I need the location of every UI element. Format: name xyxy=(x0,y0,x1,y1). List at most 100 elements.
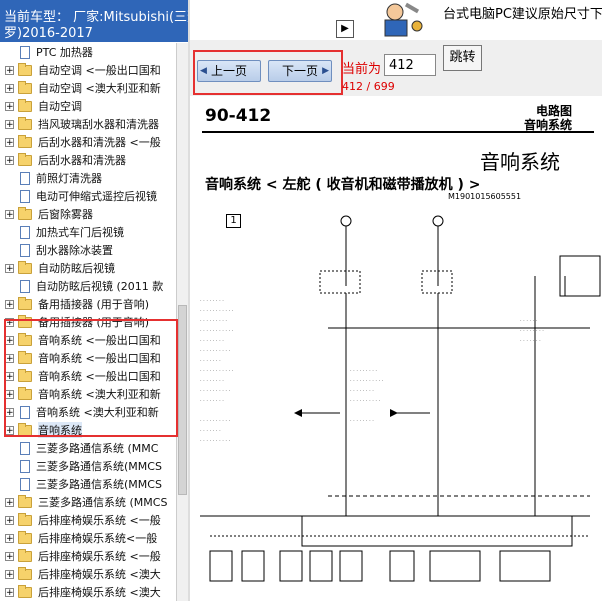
expand-icon[interactable]: + xyxy=(5,515,14,525)
tree-item[interactable]: + 后刮水器和清洗器 <一般 xyxy=(0,133,176,151)
page-number-input[interactable] xyxy=(384,54,436,76)
tree-item[interactable]: PTC 加热器 xyxy=(0,43,176,61)
section-tree: PTC 加热器 + 自动空调 <一般出口国和 + 自动空调 <澳大利亚和新 + 自动空调 + 挡… xyxy=(0,43,176,601)
expand-icon[interactable]: + xyxy=(5,389,14,399)
document-icon xyxy=(20,225,30,239)
tree-item[interactable]: + 后排座椅娱乐系统 <澳大 xyxy=(0,583,176,601)
svg-text:· · · · · · · ·: · · · · · · · · xyxy=(200,398,224,404)
tree-item-label: 后排座椅娱乐系统<一般 xyxy=(38,532,158,545)
folder-icon xyxy=(18,152,32,166)
expand-icon[interactable]: + xyxy=(5,371,14,381)
svg-text:· · · · · · · ·: · · · · · · · · xyxy=(520,328,544,334)
svg-text:· · · · · · · ·: · · · · · · · · xyxy=(350,418,374,424)
expand-icon[interactable]: + xyxy=(5,407,14,417)
expand-icon[interactable]: + xyxy=(5,101,14,111)
diagram-note-left: · · · · · · · · xyxy=(200,298,224,304)
tree-item-label: 前照灯清洗器 xyxy=(36,172,102,185)
tree-item[interactable]: + 后窗除雾器 xyxy=(0,205,176,223)
tree-item-label: 挡风玻璃刮水器和清洗器 xyxy=(38,118,159,131)
tree-item-label: 音响系统 <一般出口国和 xyxy=(38,334,161,347)
tree-item[interactable]: 加热式车门后视镜 xyxy=(0,223,176,241)
next-page-label: 下一页 xyxy=(281,64,318,78)
tree-item-label: 自动空调 <一般出口国和 xyxy=(38,64,161,77)
tree-item[interactable]: + 挡风玻璃刮水器和清洗器 xyxy=(0,115,176,133)
tree-item[interactable]: + 备用插接器 (用于音响) xyxy=(0,313,176,331)
tree-item[interactable]: 三菱多路通信系统 (MMC xyxy=(0,439,176,457)
expand-icon[interactable]: + xyxy=(5,65,14,75)
tree-item[interactable]: 电动可伸缩式遥控后视镜 xyxy=(0,187,176,205)
tree-item[interactable]: 刮水器除冰装置 xyxy=(0,241,176,259)
document-icon xyxy=(20,405,30,419)
tree-item[interactable]: + 音响系统 <一般出口国和 xyxy=(0,331,176,349)
tree-item-label: 自动空调 <澳大利亚和新 xyxy=(38,82,161,95)
expand-icon[interactable]: + xyxy=(5,119,14,129)
tree-item-label: 刮水器除冰装置 xyxy=(36,244,113,257)
tree-item-label: 后排座椅娱乐系统 <澳大 xyxy=(38,586,161,599)
svg-text:· · · · · · · · · ·: · · · · · · · · · · xyxy=(200,348,231,354)
expand-icon[interactable]: + xyxy=(5,317,14,327)
expand-icon[interactable]: + xyxy=(5,425,14,435)
expand-icon[interactable]: + xyxy=(5,569,14,579)
svg-text:· · · · · · · · · · ·: · · · · · · · · · · · xyxy=(200,368,234,374)
tree-item[interactable]: 自动防眩后视镜 (2011 款 xyxy=(0,277,176,295)
expand-icon[interactable]: + xyxy=(5,155,14,165)
tree-item-label: 备用插接器 (用于音响) xyxy=(38,298,150,311)
tree-item[interactable]: + 三菱多路通信系统 (MMCS xyxy=(0,493,176,511)
expand-icon[interactable]: + xyxy=(5,497,14,507)
folder-icon xyxy=(18,548,32,562)
prev-page-button[interactable]: ◀ 上一页 xyxy=(197,60,261,82)
tree-item[interactable]: + 音响系统 xyxy=(0,421,176,439)
prev-arrow-icon: ◀ xyxy=(200,66,207,76)
document-icon xyxy=(20,171,30,185)
expand-icon[interactable]: + xyxy=(5,263,14,273)
svg-text:· · · · · · · · · ·: · · · · · · · · · · xyxy=(200,388,231,394)
tree-item[interactable]: + 备用插接器 (用于音响) xyxy=(0,295,176,313)
tree-item-label: 音响系统 <澳大利亚和新 xyxy=(36,406,159,419)
expand-icon[interactable]: + xyxy=(5,587,14,597)
toggle-panel-button[interactable]: ▶ xyxy=(336,20,354,38)
svg-text:· · · · · · · · · · ·: · · · · · · · · · · · xyxy=(350,378,384,384)
folder-icon xyxy=(18,350,32,364)
expand-icon[interactable]: + xyxy=(5,533,14,543)
expand-icon[interactable]: + xyxy=(5,137,14,147)
prev-page-label: 上一页 xyxy=(210,64,247,78)
wiring-schematic: · · · · · · · · · · · · · · · · · · · · … xyxy=(200,215,601,582)
tree-item[interactable]: + 音响系统 <一般出口国和 xyxy=(0,367,176,385)
tree-item[interactable]: + 自动空调 <澳大利亚和新 xyxy=(0,79,176,97)
svg-text:· · · · · · · · ·: · · · · · · · · · xyxy=(350,368,377,374)
page-count: 412 / 699 xyxy=(342,80,395,93)
expand-icon[interactable]: + xyxy=(5,353,14,363)
tree-item[interactable]: + 后刮水器和清洗器 xyxy=(0,151,176,169)
expand-icon[interactable]: + xyxy=(5,209,14,219)
tree-item-label: 后排座椅娱乐系统 <一般 xyxy=(38,550,161,563)
tree-item[interactable]: 三菱多路通信系统(MMCS xyxy=(0,457,176,475)
folder-icon xyxy=(18,116,32,130)
tree-item[interactable]: + 音响系统 <澳大利亚和新 xyxy=(0,385,176,403)
svg-text:· · · · · · · ·: · · · · · · · · xyxy=(200,378,224,384)
tree-item[interactable]: + 自动空调 xyxy=(0,97,176,115)
tree-item[interactable]: 三菱多路通信系统(MMCS xyxy=(0,475,176,493)
tree-item[interactable]: + 后排座椅娱乐系统<一般 xyxy=(0,529,176,547)
expand-icon[interactable]: + xyxy=(5,299,14,309)
expand-icon[interactable]: + xyxy=(5,83,14,93)
tree-item[interactable]: + 自动空调 <一般出口国和 xyxy=(0,61,176,79)
tree-item[interactable]: + 音响系统 <澳大利亚和新 xyxy=(0,403,176,421)
tree-item-label: 自动防眩后视镜 xyxy=(38,262,115,275)
jump-button[interactable]: 跳转 xyxy=(443,45,482,71)
folder-icon xyxy=(18,386,32,400)
tree-item[interactable]: + 后排座椅娱乐系统 <澳大 xyxy=(0,565,176,583)
expand-icon[interactable]: + xyxy=(5,335,14,345)
tree-item[interactable]: + 音响系统 <一般出口国和 xyxy=(0,349,176,367)
folder-icon xyxy=(18,530,32,544)
svg-text:· · · · · · · · · · ·: · · · · · · · · · · · xyxy=(200,328,234,334)
tree-item[interactable]: + 自动防眩后视镜 xyxy=(0,259,176,277)
folder-icon xyxy=(18,80,32,94)
expand-icon[interactable]: + xyxy=(5,551,14,561)
next-page-button[interactable]: 下一页 ▶ xyxy=(268,60,332,82)
tree-item-label: 后刮水器和清洗器 <一般 xyxy=(38,136,161,149)
tree-scrollbar-thumb[interactable] xyxy=(178,305,187,495)
tree-item[interactable]: + 后排座椅娱乐系统 <一般 xyxy=(0,547,176,565)
tree-item[interactable]: 前照灯清洗器 xyxy=(0,169,176,187)
tree-item[interactable]: + 后排座椅娱乐系统 <一般 xyxy=(0,511,176,529)
svg-text:· · · · · · · · · ·: · · · · · · · · · · xyxy=(200,418,231,424)
